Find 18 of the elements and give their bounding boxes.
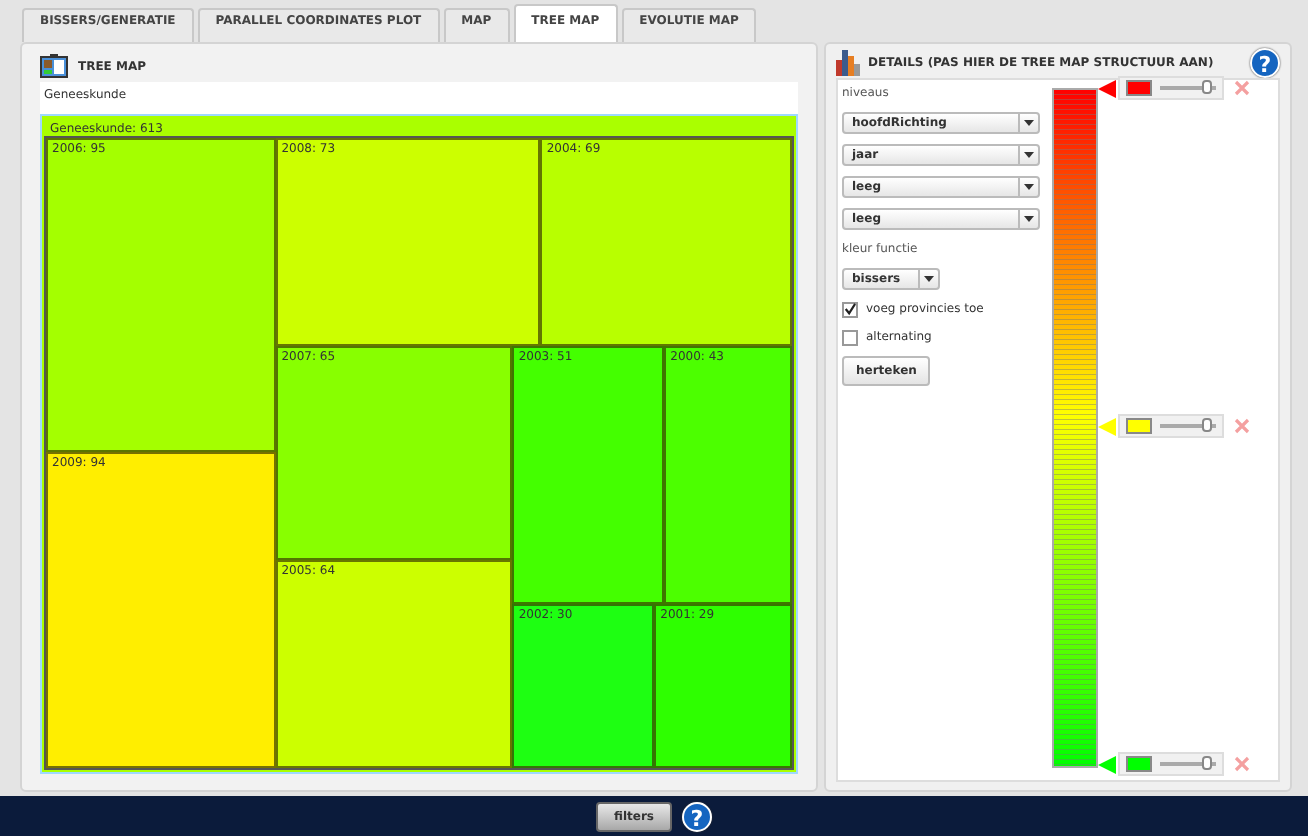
caret-icon	[1024, 216, 1034, 222]
caret-icon	[1024, 184, 1034, 190]
color-swatch[interactable]	[1126, 80, 1152, 96]
caret-icon	[924, 276, 934, 282]
delete-icon[interactable]	[1234, 756, 1250, 772]
caret-icon	[1024, 152, 1034, 158]
caret-icon	[1024, 120, 1034, 126]
checkbox[interactable]	[842, 329, 858, 345]
help-button[interactable]: ?	[1250, 48, 1280, 78]
delete-icon[interactable]	[1234, 80, 1250, 96]
color-swatch[interactable]	[1126, 756, 1152, 772]
bar-chart-icon	[836, 50, 860, 76]
treemap-icon	[40, 54, 68, 78]
color-swatch[interactable]	[1126, 418, 1152, 434]
pointer-icon[interactable]	[1098, 79, 1116, 97]
checkbox[interactable]	[842, 301, 858, 317]
delete-icon[interactable]	[1234, 418, 1250, 434]
help-button[interactable]: ?	[681, 801, 712, 831]
